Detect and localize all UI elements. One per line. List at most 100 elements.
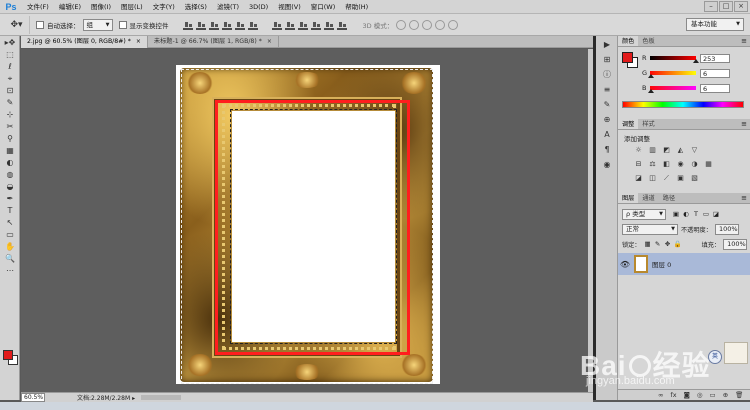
foreground-color-swatch[interactable] (3, 350, 13, 360)
blue-value-field[interactable]: 6 (700, 83, 730, 93)
lock-all-icon[interactable]: 🔒 (674, 240, 682, 248)
filter-adjust-icon[interactable]: ◐ (682, 210, 690, 218)
brush-presets-icon[interactable]: ✎ (599, 99, 615, 111)
align-left-icon[interactable] (221, 20, 232, 30)
brush-tool-icon[interactable]: ✂ (2, 121, 18, 132)
gradient-map-icon[interactable]: ▧ (690, 174, 699, 183)
crop-tool-icon[interactable]: ⊡ (2, 85, 18, 96)
menu-window[interactable]: 窗口(W) (306, 0, 341, 14)
posterize-icon[interactable]: ◫ (648, 174, 657, 183)
black-white-icon[interactable]: ◧ (662, 160, 671, 169)
horizontal-scrollbar[interactable] (141, 395, 181, 400)
filter-shape-icon[interactable]: ▭ (702, 210, 710, 218)
lasso-tool-icon[interactable]: ℓ (2, 61, 18, 72)
menu-help[interactable]: 帮助(H) (340, 0, 373, 14)
history-brush-tool-icon[interactable]: ▦ (2, 145, 18, 156)
red-value-field[interactable]: 253 (700, 53, 730, 63)
distribute-bottom-icon[interactable] (297, 20, 308, 30)
green-slider[interactable] (647, 71, 696, 78)
blend-mode-dropdown[interactable]: 正常 ▼ (622, 223, 678, 235)
show-transform-checkbox[interactable] (118, 20, 127, 29)
tab-color[interactable]: 颜色 (618, 36, 639, 46)
quick-select-tool-icon[interactable]: ⌖ (2, 73, 18, 84)
blue-slider[interactable] (647, 86, 696, 93)
info-panel-icon[interactable]: ⓘ (599, 69, 615, 81)
menu-filter[interactable]: 滤镜(T) (212, 0, 244, 14)
move-tool-icon[interactable]: ▸✥ (2, 37, 18, 48)
zoom-tool-icon[interactable]: 🔍 (2, 253, 18, 264)
paragraph-panel-icon[interactable]: ¶ (599, 144, 615, 156)
slider-knob[interactable] (647, 74, 654, 78)
auto-select-dropdown[interactable]: 组 ▼ (82, 18, 113, 31)
menu-type[interactable]: 文字(Y) (148, 0, 180, 14)
filter-pixel-icon[interactable]: ▣ (672, 210, 680, 218)
3d-panel-icon[interactable]: ◉ (599, 159, 615, 171)
layer-filter-dropdown[interactable]: ρ 类型 ▼ (622, 208, 666, 220)
align-right-icon[interactable] (247, 20, 258, 30)
zoom-level-field[interactable]: 60.5% (21, 393, 45, 402)
3d-rotate-icon[interactable] (396, 19, 407, 30)
menu-view[interactable]: 视图(V) (273, 0, 306, 14)
curves-icon[interactable]: ◩ (662, 146, 671, 155)
eyedropper-tool-icon[interactable]: ✎ (2, 97, 18, 108)
photo-filter-icon[interactable]: ◉ (676, 160, 685, 169)
invert-icon[interactable]: ◪ (634, 174, 643, 183)
opacity-field[interactable]: 100% (714, 223, 739, 235)
gradient-tool-icon[interactable]: ◍ (2, 169, 18, 180)
panel-menu-icon[interactable]: ≡ (741, 193, 747, 204)
lock-transparency-icon[interactable]: ▦ (644, 240, 652, 248)
tab-adjustments[interactable]: 调整 (618, 119, 639, 129)
eraser-tool-icon[interactable]: ◐ (2, 157, 18, 168)
distribute-right-icon[interactable] (336, 20, 347, 30)
healing-brush-tool-icon[interactable]: ⊹ (2, 109, 18, 120)
path-select-tool-icon[interactable]: ↖ (2, 217, 18, 228)
lock-position-icon[interactable]: ✥ (664, 240, 672, 248)
align-hcenter-icon[interactable] (234, 20, 245, 30)
align-bottom-icon[interactable] (208, 20, 219, 30)
menu-layer[interactable]: 图层(L) (116, 0, 148, 14)
green-value-field[interactable]: 6 (700, 68, 730, 78)
filter-smart-icon[interactable]: ◪ (712, 210, 720, 218)
tab-document-untitled[interactable]: 未标题-1 @ 66.7% (图层 1, RGB/8) * × (148, 36, 279, 48)
menu-image[interactable]: 图像(I) (86, 0, 116, 14)
character-panel-icon[interactable]: A (599, 129, 615, 141)
exposure-icon[interactable]: ◭ (676, 146, 685, 155)
distribute-hcenter-icon[interactable] (323, 20, 334, 30)
3d-pan-icon[interactable] (422, 19, 433, 30)
type-tool-icon[interactable]: T (2, 205, 18, 216)
3d-slide-icon[interactable] (435, 19, 446, 30)
auto-select-checkbox[interactable] (36, 20, 44, 29)
workspace-dropdown[interactable]: 基本功能 ▼ (686, 18, 744, 31)
slider-knob[interactable] (647, 89, 654, 93)
fill-field[interactable]: 100% (723, 238, 748, 250)
color-lookup-icon[interactable]: ▦ (704, 160, 713, 169)
shape-tool-icon[interactable]: ▭ (2, 229, 18, 240)
hue-saturation-icon[interactable]: ⊟ (634, 160, 643, 169)
ime-language-badge[interactable]: 英 (708, 350, 722, 364)
marquee-tool-icon[interactable]: ⬚ (2, 49, 18, 60)
properties-panel-icon[interactable]: ≡ (599, 84, 615, 96)
tab-styles[interactable]: 样式 (638, 119, 658, 129)
close-button[interactable]: × (734, 1, 748, 12)
ime-toolbar-icon[interactable] (724, 342, 748, 364)
close-icon[interactable]: × (267, 38, 272, 45)
align-vcenter-icon[interactable] (195, 20, 206, 30)
distribute-top-icon[interactable] (271, 20, 282, 30)
history-panel-icon[interactable]: ▶ (599, 39, 615, 51)
tab-swatches[interactable]: 色板 (638, 36, 658, 46)
dodge-tool-icon[interactable]: ◒ (2, 181, 18, 192)
threshold-icon[interactable]: ⟋ (662, 174, 671, 183)
move-tool-preset-icon[interactable]: ✥▾ (4, 15, 30, 34)
selective-color-icon[interactable]: ▣ (676, 174, 685, 183)
slider-knob[interactable] (692, 59, 699, 63)
minimize-button[interactable]: – (704, 1, 718, 12)
align-top-icon[interactable] (182, 20, 193, 30)
tab-paths[interactable]: 路径 (659, 193, 679, 203)
distribute-vcenter-icon[interactable] (284, 20, 295, 30)
pen-tool-icon[interactable]: ✒ (2, 193, 18, 204)
3d-roll-icon[interactable] (409, 19, 420, 30)
more-tools-icon[interactable]: ⋯ (2, 265, 18, 276)
menu-select[interactable]: 选择(S) (180, 0, 212, 14)
brightness-contrast-icon[interactable]: ☼ (634, 146, 643, 155)
maximize-button[interactable]: □ (719, 1, 733, 12)
